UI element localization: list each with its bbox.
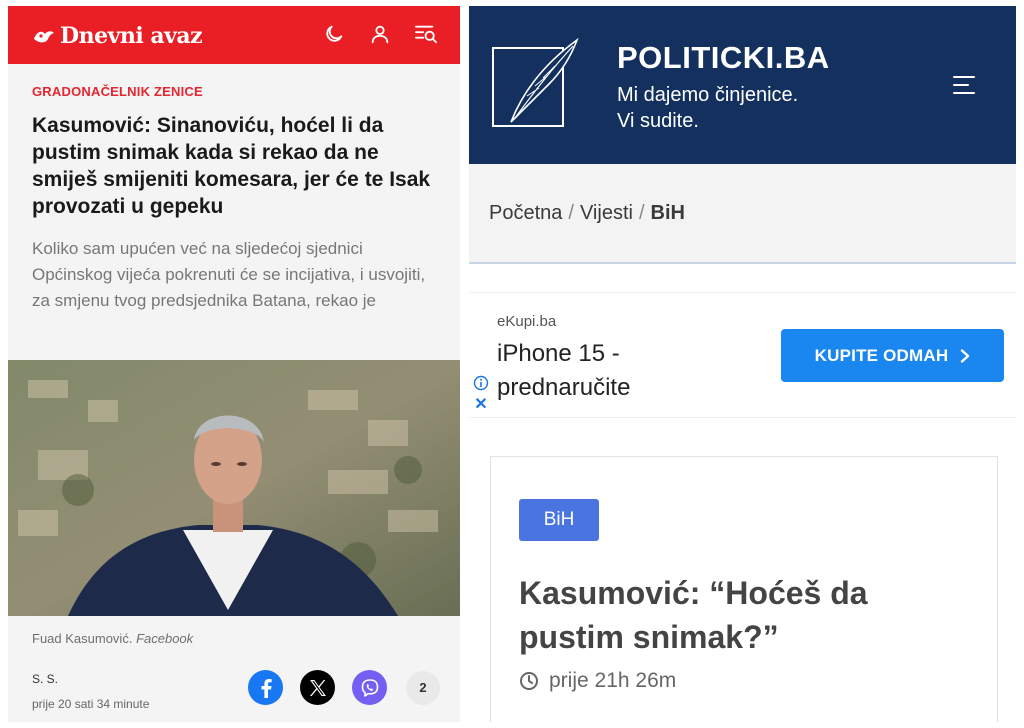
- breadcrumb-separator: /: [568, 202, 574, 224]
- article-photo: [8, 360, 460, 616]
- breadcrumb-current: BiH: [650, 202, 685, 224]
- article-card-time: prije 21h 26m: [519, 669, 676, 693]
- article-card: BiH Kasumović: “Hoćeš da pustim snimak?”…: [490, 456, 998, 722]
- breadcrumb: Početna / Vijesti / BiH: [489, 202, 685, 225]
- politicki-header: POLITICKI.BA Mi dajemo činjenice. Vi sud…: [469, 6, 1016, 164]
- ad-title[interactable]: iPhone 15 - prednaručite: [497, 337, 707, 405]
- clock-icon: [520, 672, 538, 690]
- ad-close-icon[interactable]: ✕: [473, 397, 489, 413]
- category-badge[interactable]: BiH: [519, 499, 599, 541]
- breadcrumb-home-link[interactable]: Početna: [489, 202, 562, 224]
- breadcrumb-separator: /: [638, 202, 645, 224]
- facebook-icon: [261, 678, 272, 698]
- article-kicker[interactable]: GRADONAČELNIK ZENICE: [32, 84, 203, 99]
- user-icon[interactable]: [368, 22, 392, 46]
- avaz-header: Dnevni avaz: [8, 6, 460, 64]
- avaz-brand-name: Dnevni avaz: [60, 23, 203, 49]
- politicki-brand-name[interactable]: POLITICKI.BA: [617, 40, 830, 76]
- ad-source[interactable]: eKupi.ba: [497, 313, 556, 330]
- article-lead: Koliko sam upućen već na sljedećoj sjedn…: [32, 239, 426, 310]
- article-card-time-text: prije 21h 26m: [549, 669, 677, 692]
- screenshot-root: Dnevni avaz GRADONAČELNIK ZENICE Kasumov…: [0, 0, 1024, 728]
- share-count-badge: 2: [406, 670, 440, 705]
- article-card-title[interactable]: Kasumović: “Hoćeš da pustim snimak?”: [519, 571, 959, 659]
- avaz-logo-mark-icon: [34, 31, 54, 43]
- tagline-line-2: Vi sudite.: [617, 110, 699, 132]
- article-time: prije 20 sati 34 minute: [32, 697, 150, 711]
- viber-share-button[interactable]: [352, 670, 387, 705]
- ad-cta-label: KUPITE ODMAH: [814, 345, 949, 365]
- tagline-line-1: Mi dajemo činjenice.: [617, 84, 799, 106]
- x-share-button[interactable]: [300, 670, 335, 705]
- article-headline[interactable]: Kasumović: Sinanoviću, hoćel li da pusti…: [32, 112, 432, 220]
- hamburger-menu-icon[interactable]: [953, 76, 977, 98]
- ad-cta-button[interactable]: KUPITE ODMAH: [781, 329, 1004, 382]
- facebook-share-button[interactable]: [248, 670, 283, 705]
- photo-caption: Fuad Kasumović. Facebook: [32, 631, 193, 646]
- search-menu-icon[interactable]: [414, 22, 438, 46]
- quill-logo-icon[interactable]: [491, 36, 579, 128]
- viber-icon: [361, 678, 378, 697]
- x-icon: [309, 679, 326, 696]
- avaz-logo[interactable]: Dnevni avaz: [32, 22, 203, 50]
- moon-icon[interactable]: [322, 22, 346, 46]
- avaz-panel: Dnevni avaz GRADONAČELNIK ZENICE Kasumov…: [8, 6, 460, 722]
- chevron-right-icon: [961, 348, 970, 363]
- ad-banner[interactable]: eKupi.ba iPhone 15 - prednaručite ✕ KUPI…: [469, 292, 1016, 418]
- politicki-panel: POLITICKI.BA Mi dajemo činjenice. Vi sud…: [469, 6, 1016, 722]
- caption-source: Facebook: [136, 631, 194, 646]
- ad-info-icon[interactable]: [473, 375, 489, 391]
- photo-illustration: [8, 360, 460, 616]
- article-author: S. S.: [32, 672, 59, 686]
- breadcrumb-news-link[interactable]: Vijesti: [580, 202, 633, 224]
- caption-name: Fuad Kasumović.: [32, 631, 133, 646]
- share-bar: 2: [248, 670, 440, 705]
- breadcrumb-bar: Početna / Vijesti / BiH: [469, 164, 1016, 264]
